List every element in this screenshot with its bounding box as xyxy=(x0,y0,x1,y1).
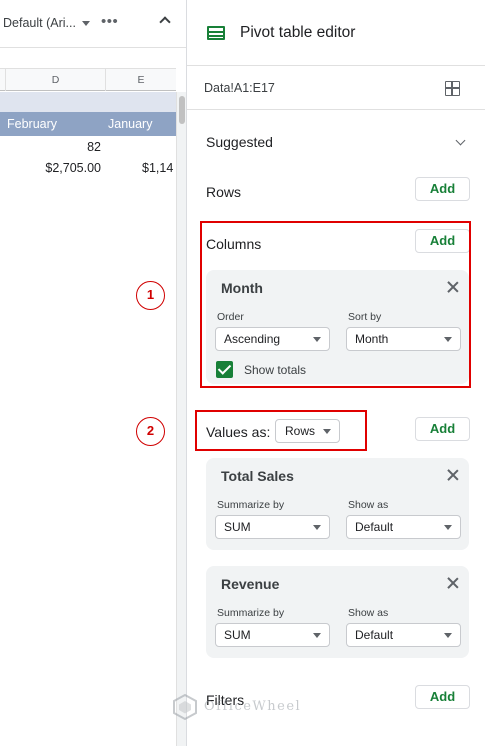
revenue-card-title: Revenue xyxy=(221,576,280,592)
summarize-by-label: Summarize by xyxy=(217,499,285,511)
column-header-e[interactable]: E xyxy=(106,69,176,91)
filters-add-button[interactable]: Add xyxy=(415,685,470,709)
select-range-grid-icon[interactable] xyxy=(445,81,460,96)
columns-highlight-box xyxy=(200,221,471,388)
values-add-button[interactable]: Add xyxy=(415,417,470,441)
scrollbar-thumb[interactable] xyxy=(179,96,185,124)
dropdown-caret-icon xyxy=(313,525,321,530)
step-2-badge: 2 xyxy=(136,417,165,446)
show-as-value: Default xyxy=(355,520,394,534)
close-icon[interactable] xyxy=(447,577,459,589)
cell-d-count[interactable]: 82 xyxy=(87,140,101,154)
dropdown-caret-icon xyxy=(444,633,452,638)
pivot-blank-row xyxy=(0,92,176,112)
dropdown-caret-icon xyxy=(444,525,452,530)
show-as-label: Show as xyxy=(348,499,389,511)
total-sales-value-card: Total Sales Summarize by SUM Show as Def… xyxy=(206,458,469,550)
editor-title: Pivot table editor xyxy=(240,24,356,41)
more-options-icon[interactable]: ••• xyxy=(101,13,118,30)
font-family-select[interactable]: Default (Ari... xyxy=(3,16,76,30)
pivot-header-row: February January xyxy=(0,112,176,136)
chevron-down-icon[interactable] xyxy=(455,135,466,146)
dropdown-caret-icon xyxy=(313,633,321,638)
step-1-badge: 1 xyxy=(136,281,165,310)
watermark-text: OfficeWheel xyxy=(204,699,302,714)
summarize-by-value: SUM xyxy=(224,520,251,534)
summarize-by-value: SUM xyxy=(224,628,251,642)
column-headers: D E xyxy=(0,68,176,91)
show-as-dropdown[interactable]: Default xyxy=(346,623,461,647)
collapse-toolbar-icon[interactable] xyxy=(159,16,171,28)
editor-header: Pivot table editor xyxy=(187,0,485,66)
rows-add-button[interactable]: Add xyxy=(415,177,470,201)
sheet-toolbar: Default (Ari... ••• xyxy=(0,0,186,48)
revenue-value-card: Revenue Summarize by SUM Show as Default xyxy=(206,566,469,658)
spreadsheet-grid: Default (Ari... ••• D E February January… xyxy=(0,0,186,746)
close-icon[interactable] xyxy=(447,469,459,481)
data-range-row[interactable]: Data!A1:E17 xyxy=(187,66,485,110)
values-as-highlight-box xyxy=(195,410,367,451)
suggested-label[interactable]: Suggested xyxy=(206,134,273,150)
show-as-label: Show as xyxy=(348,607,389,619)
watermark-logo-icon xyxy=(173,694,197,720)
cell-d-sales[interactable]: $2,705.00 xyxy=(45,161,101,175)
show-as-value: Default xyxy=(355,628,394,642)
show-as-dropdown[interactable]: Default xyxy=(346,515,461,539)
header-cell-january[interactable]: January xyxy=(108,112,152,136)
font-dropdown-caret-icon[interactable] xyxy=(82,21,90,26)
vertical-scrollbar[interactable] xyxy=(176,92,186,746)
cell-e-sales[interactable]: $1,14 xyxy=(142,161,173,175)
watermark: OfficeWheel xyxy=(172,690,322,724)
summarize-by-dropdown[interactable]: SUM xyxy=(215,623,330,647)
header-cell-february[interactable]: February xyxy=(7,112,57,136)
summarize-by-dropdown[interactable]: SUM xyxy=(215,515,330,539)
total-sales-card-title: Total Sales xyxy=(221,468,294,484)
summarize-by-label: Summarize by xyxy=(217,607,285,619)
column-header-d[interactable]: D xyxy=(6,69,106,91)
data-range-text[interactable]: Data!A1:E17 xyxy=(204,81,275,95)
pivot-table-icon xyxy=(207,26,225,40)
rows-label: Rows xyxy=(206,184,242,200)
